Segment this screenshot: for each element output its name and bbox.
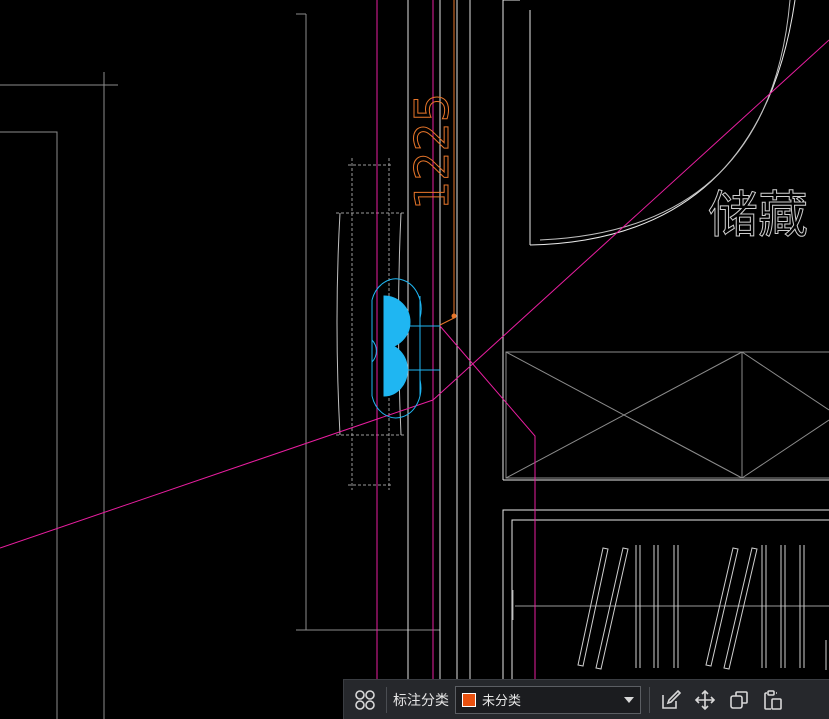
grid-four-circles-icon[interactable] — [348, 683, 382, 717]
dimension-text: 1225 — [405, 93, 459, 210]
cabinet-cross-box — [505, 351, 829, 479]
annotation-toolbar: 标注分类 未分类 — [343, 679, 829, 719]
toolbar-separator — [386, 686, 387, 713]
left-wall-lines — [0, 13, 440, 719]
room-label: 储藏 — [708, 186, 808, 244]
cad-drawing-canvas[interactable]: 1225 储藏 — [0, 0, 829, 719]
move-arrows-icon[interactable] — [688, 683, 722, 717]
chevron-down-icon — [624, 696, 634, 703]
category-label: 标注分类 — [393, 692, 449, 709]
category-value: 未分类 — [482, 694, 522, 709]
category-dropdown[interactable]: 未分类 — [455, 685, 641, 714]
paste-clipboard-icon[interactable] — [756, 683, 790, 717]
wardrobe-hangers — [577, 545, 827, 670]
cyan-fixture — [371, 278, 440, 419]
category-color-swatch — [462, 692, 476, 707]
copy-icon[interactable] — [722, 683, 756, 717]
toolbar-separator — [649, 686, 650, 713]
edit-pen-icon[interactable] — [654, 683, 688, 717]
